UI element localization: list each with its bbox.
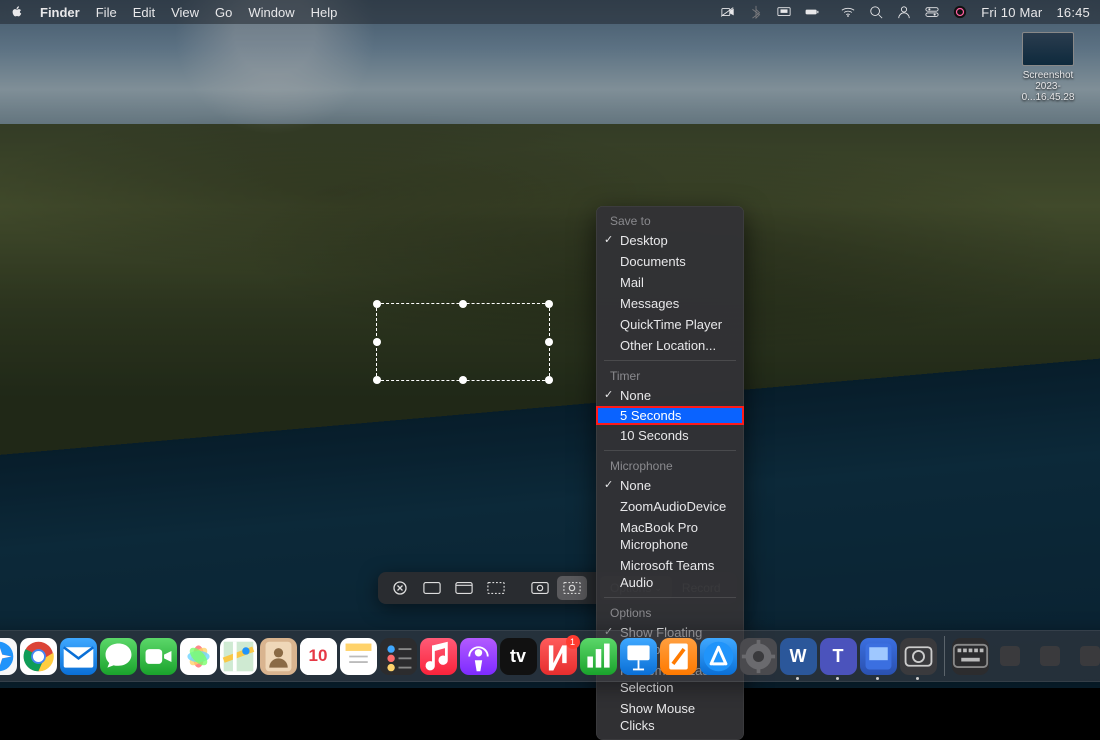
record-selection-button[interactable] <box>557 576 587 600</box>
spotlight-icon[interactable] <box>869 5 883 19</box>
capture-selection-marquee[interactable] <box>376 303 550 381</box>
dock-app-calendar[interactable]: 10 <box>300 638 337 675</box>
file-name-line1: Screenshot <box>1014 70 1082 81</box>
file-thumbnail <box>1022 32 1074 66</box>
handle-bottom-right[interactable] <box>545 376 553 384</box>
menu-header-timer: Timer <box>596 365 744 385</box>
menu-item-mic-zoom[interactable]: ZoomAudioDevice <box>596 496 744 517</box>
handle-top-right[interactable] <box>545 300 553 308</box>
dock-recent-2[interactable] <box>1032 638 1069 675</box>
dock-app-notes[interactable] <box>340 638 377 675</box>
menu-file[interactable]: File <box>96 5 117 20</box>
menu-item-mic-none[interactable]: None <box>596 475 744 496</box>
dock-app-settings[interactable] <box>740 638 777 675</box>
handle-left[interactable] <box>373 338 381 346</box>
handle-top-left[interactable] <box>373 300 381 308</box>
file-name-line2: 2023-0...16.45.28 <box>1014 81 1082 103</box>
menu-item-save-other[interactable]: Other Location... <box>596 335 744 356</box>
handle-bottom[interactable] <box>459 376 467 384</box>
dock-divider <box>944 636 945 676</box>
apple-icon[interactable] <box>10 5 24 19</box>
dock-app-teams[interactable]: T <box>820 638 857 675</box>
dock-app-podcasts[interactable] <box>460 638 497 675</box>
dock-recent-1[interactable] <box>992 638 1029 675</box>
bluetooth-off-icon[interactable] <box>749 5 763 19</box>
dock-app-music[interactable] <box>420 638 457 675</box>
dock-app-mail[interactable] <box>60 638 97 675</box>
menu-item-show-mouse-clicks[interactable]: Show Mouse Clicks <box>596 698 744 736</box>
news-badge: 1 <box>566 635 580 649</box>
dock-app-tv[interactable]: tv <box>500 638 537 675</box>
close-button[interactable] <box>385 576 415 600</box>
menu-item-timer-none[interactable]: None <box>596 385 744 406</box>
menu-item-save-quicktime[interactable]: QuickTime Player <box>596 314 744 335</box>
menu-separator <box>604 450 736 451</box>
wifi-icon[interactable] <box>841 5 855 19</box>
dock-app-contacts[interactable] <box>260 638 297 675</box>
active-app-name[interactable]: Finder <box>40 5 80 20</box>
menu-item-save-mail[interactable]: Mail <box>596 272 744 293</box>
battery-icon[interactable] <box>805 5 827 19</box>
menubar-time[interactable]: 16:45 <box>1056 5 1090 20</box>
menu-header-save-to: Save to <box>596 210 744 230</box>
record-entire-screen-button[interactable] <box>525 576 555 600</box>
capture-entire-screen-button[interactable] <box>417 576 447 600</box>
dock-app-safari[interactable] <box>0 638 17 675</box>
menu-help[interactable]: Help <box>311 5 338 20</box>
handle-top[interactable] <box>459 300 467 308</box>
menu-header-microphone: Microphone <box>596 455 744 475</box>
dock-app-photos[interactable] <box>180 638 217 675</box>
dock-app-numbers[interactable] <box>580 638 617 675</box>
menubar-date[interactable]: Fri 10 Mar <box>981 5 1042 20</box>
handle-right[interactable] <box>545 338 553 346</box>
dock-app-appstore[interactable] <box>700 638 737 675</box>
desktop-file-screenshot[interactable]: Screenshot 2023-0...16.45.28 <box>1014 32 1082 103</box>
menu-header-options: Options <box>596 602 744 622</box>
capture-selection-button[interactable] <box>481 576 511 600</box>
dock-app-news[interactable]: 1 <box>540 638 577 675</box>
user-icon[interactable] <box>897 5 911 19</box>
dock-app-keynote[interactable] <box>620 638 657 675</box>
dock-app-screenshot[interactable] <box>900 638 937 675</box>
menu-edit[interactable]: Edit <box>133 5 155 20</box>
dock-recent-3[interactable] <box>1072 638 1100 675</box>
menu-go[interactable]: Go <box>215 5 232 20</box>
handle-bottom-left[interactable] <box>373 376 381 384</box>
control-center-icon[interactable] <box>925 5 939 19</box>
dock-recent-keyboard[interactable] <box>952 638 989 675</box>
dock-app-pages[interactable] <box>660 638 697 675</box>
menu-item-save-desktop[interactable]: Desktop <box>596 230 744 251</box>
dock-app-word[interactable]: W <box>780 638 817 675</box>
menu-item-mic-teams[interactable]: Microsoft Teams Audio <box>596 555 744 593</box>
menu-item-save-documents[interactable]: Documents <box>596 251 744 272</box>
menu-window[interactable]: Window <box>248 5 294 20</box>
menu-item-save-messages[interactable]: Messages <box>596 293 744 314</box>
siri-icon[interactable] <box>953 5 967 19</box>
menu-item-timer-5s[interactable]: 5 Seconds <box>596 406 744 425</box>
screen-mirroring-icon[interactable] <box>777 5 791 19</box>
dock-app-reminders[interactable] <box>380 638 417 675</box>
menu-view[interactable]: View <box>171 5 199 20</box>
menubar: Finder File Edit View Go Window Help Fri… <box>0 0 1100 24</box>
dock-app-chrome[interactable] <box>20 638 57 675</box>
dock-app-preview[interactable] <box>860 638 897 675</box>
dock-app-maps[interactable] <box>220 638 257 675</box>
menu-item-timer-10s[interactable]: 10 Seconds <box>596 425 744 446</box>
menu-separator <box>604 360 736 361</box>
dock-app-messages[interactable] <box>100 638 137 675</box>
menu-separator <box>604 597 736 598</box>
capture-window-button[interactable] <box>449 576 479 600</box>
menu-item-mic-macbook[interactable]: MacBook Pro Microphone <box>596 517 744 555</box>
dock-app-facetime[interactable] <box>140 638 177 675</box>
camera-off-icon[interactable] <box>721 5 735 19</box>
dock: 10 tv 1 W T <box>0 630 1100 682</box>
